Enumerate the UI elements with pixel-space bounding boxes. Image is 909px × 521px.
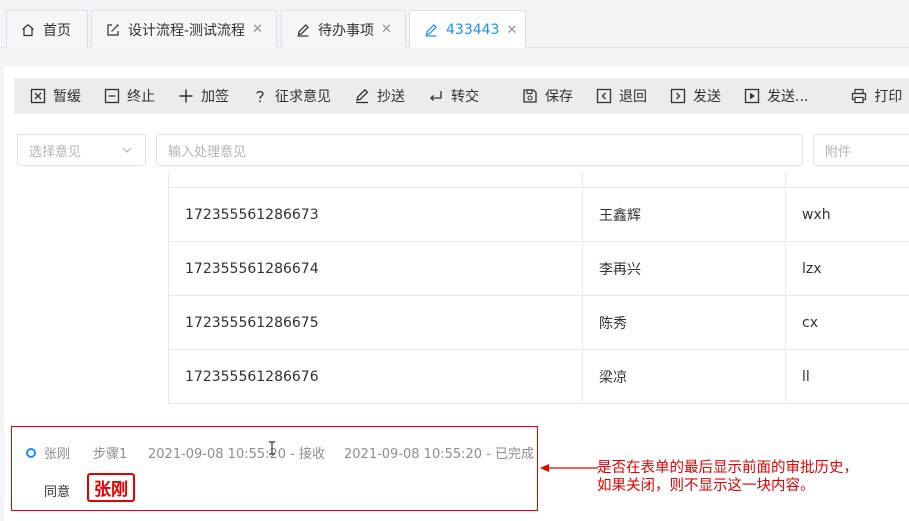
save-button[interactable]: 保存 xyxy=(522,86,573,106)
tab-todo-label: 待办事项 xyxy=(318,22,374,39)
copy-send-button[interactable]: 抄送 xyxy=(354,86,405,106)
enter-icon xyxy=(428,88,444,104)
pen-icon xyxy=(354,88,370,104)
annotation-line-2: 如果关闭，则不显示这一块内容。 xyxy=(597,478,815,494)
add-sign-label: 加签 xyxy=(201,89,229,105)
annotation-note: 是否在表单的最后显示前面的审批历史， 如果关闭，则不显示这一块内容。 xyxy=(597,459,907,495)
play-square-icon xyxy=(744,88,760,104)
opinion-select[interactable]: 选择意见 xyxy=(17,134,146,166)
tab-home[interactable]: 首页 xyxy=(6,10,88,48)
save-label: 保存 xyxy=(545,89,573,105)
add-sign-button[interactable]: 加签 xyxy=(178,86,229,106)
pen-icon xyxy=(296,23,310,37)
table-row[interactable]: 172355561286676 梁凉 ll xyxy=(169,349,909,403)
table-row[interactable]: 172355561286675 陈秀 cx xyxy=(169,295,909,349)
table-cell-name: 李再兴 xyxy=(599,261,641,278)
tab-home-label: 首页 xyxy=(43,22,71,39)
send-more-button[interactable]: 发送... xyxy=(744,86,808,106)
pause-button[interactable]: 暂缓 xyxy=(30,86,81,106)
printer-icon xyxy=(851,88,867,104)
transfer-label: 转交 xyxy=(451,89,479,105)
pen-icon xyxy=(424,23,438,37)
chevron-down-icon xyxy=(121,144,133,160)
opinion-select-placeholder: 选择意见 xyxy=(29,144,82,160)
signature-stamp: 张刚 xyxy=(87,473,135,502)
plus-icon xyxy=(178,88,194,104)
data-table: 172355561286673 王鑫辉 wxh 172355561286674 … xyxy=(168,172,909,404)
table-cell-name: 梁凉 xyxy=(599,369,627,386)
history-completed-time: 2021-09-08 10:55:20 - 已完成 xyxy=(344,447,535,462)
tab-433443[interactable]: 433443 ✕ xyxy=(409,10,526,49)
table-cell-code: lzx xyxy=(802,260,822,277)
right-square-icon xyxy=(670,88,686,104)
table-cell-code: wxh xyxy=(802,206,831,223)
return-button[interactable]: 退回 xyxy=(596,86,647,106)
copy-send-label: 抄送 xyxy=(377,89,405,105)
send-label: 发送 xyxy=(693,89,721,105)
tab-design-flow-label: 设计流程-测试流程 xyxy=(128,22,246,39)
history-user: 张刚 xyxy=(44,447,71,462)
table-cell-name: 陈秀 xyxy=(599,315,627,332)
transfer-button[interactable]: 转交 xyxy=(428,86,479,106)
minus-square-icon xyxy=(104,88,120,104)
text-cursor-icon xyxy=(269,441,275,455)
table-cell-code: cx xyxy=(802,314,818,331)
attachment-field[interactable]: 附件 xyxy=(813,134,909,166)
approval-history: 张刚 步骤1 2021-09-08 10:55:20 - 接收 2021-09-… xyxy=(11,426,538,511)
close-icon[interactable]: ✕ xyxy=(252,22,263,37)
save-icon xyxy=(522,88,538,104)
close-icon[interactable]: ✕ xyxy=(506,23,517,38)
tab-todo[interactable]: 待办事项 ✕ xyxy=(281,10,406,48)
tab-bar: 首页 设计流程-测试流程 ✕ 待办事项 ✕ 433443 ✕ xyxy=(0,0,909,49)
question-icon xyxy=(252,88,268,104)
table-cell-name: 王鑫辉 xyxy=(599,207,641,224)
send-more-label: 发送... xyxy=(767,89,809,105)
table-row[interactable]: 172355561286673 王鑫辉 wxh xyxy=(169,187,909,241)
tab-433443-label: 433443 xyxy=(446,22,500,38)
close-icon[interactable]: ✕ xyxy=(381,22,392,37)
solicit-opinion-label: 征求意见 xyxy=(275,89,331,105)
terminate-button[interactable]: 终止 xyxy=(104,86,155,106)
send-button[interactable]: 发送 xyxy=(670,86,721,106)
annotation-line-1: 是否在表单的最后显示前面的审批历史， xyxy=(597,460,858,476)
table-cell-id: 172355561286674 xyxy=(185,260,319,277)
table-cell-id: 172355561286675 xyxy=(185,314,319,331)
home-icon xyxy=(21,23,35,37)
table-cell-id: 172355561286676 xyxy=(185,368,319,385)
opinion-input[interactable]: 输入处理意见 xyxy=(156,134,803,166)
print-button[interactable]: 打印 xyxy=(851,86,902,106)
opinion-input-placeholder: 输入处理意见 xyxy=(168,144,247,160)
print-label: 打印 xyxy=(874,89,903,105)
terminate-label: 终止 xyxy=(127,89,155,105)
table-cell-code: ll xyxy=(802,368,810,385)
annotation-arrow-icon xyxy=(540,464,598,472)
action-toolbar: 暂缓 终止 加签 征求意见 抄送 转交 保存 退回 发送 发送... 打印 xyxy=(14,78,909,114)
attachment-placeholder: 附件 xyxy=(825,144,852,160)
left-square-icon xyxy=(596,88,612,104)
history-received-time: 2021-09-08 10:55:20 - 接收 xyxy=(148,447,326,462)
timeline-dot-icon xyxy=(26,448,36,458)
history-opinion: 同意 xyxy=(44,485,71,500)
table-cell-id: 172355561286673 xyxy=(185,206,319,223)
close-square-icon xyxy=(30,88,46,104)
tab-design-flow[interactable]: 设计流程-测试流程 ✕ xyxy=(91,10,277,48)
table-row[interactable]: 172355561286674 李再兴 lzx xyxy=(169,241,909,295)
solicit-opinion-button[interactable]: 征求意见 xyxy=(252,86,331,106)
history-step: 步骤1 xyxy=(93,447,128,462)
edit-square-icon xyxy=(106,23,120,37)
return-label: 退回 xyxy=(619,89,647,105)
pause-label: 暂缓 xyxy=(53,89,81,105)
